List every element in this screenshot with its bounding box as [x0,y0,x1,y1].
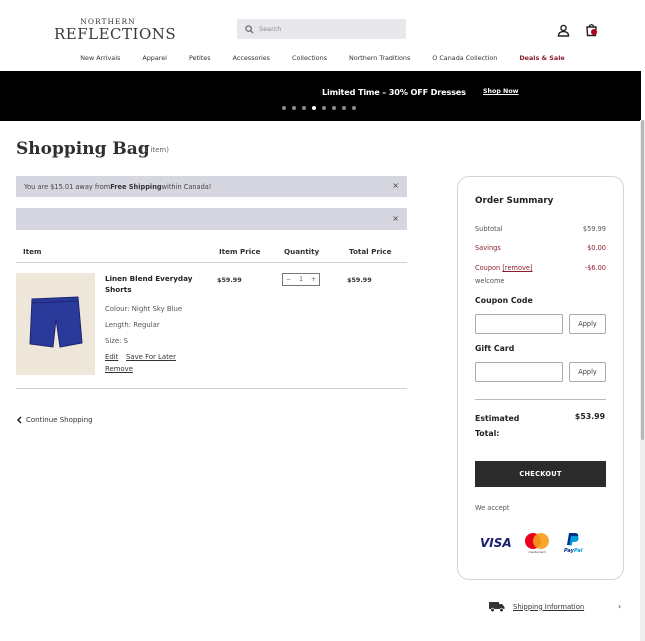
estimated-total-label: Estimated Total: [475,414,520,438]
table-header-divider [16,262,407,263]
carousel-dot[interactable] [302,106,306,110]
paypal-pal-text: Pal [574,548,583,554]
nav-accessories[interactable]: Accessories [233,54,270,62]
logo-bottom-text: REFLECTIONS [54,25,177,43]
scrollbar-thumb[interactable] [641,120,644,440]
qty-minus-button[interactable]: − [286,276,291,283]
product-name[interactable]: Linen Blend Everyday Shorts [105,274,205,295]
carousel-dot[interactable] [332,106,336,110]
item-price: $59.99 [217,276,242,284]
nav-collections[interactable]: Collections [292,54,327,62]
account-icon[interactable] [557,22,570,41]
shipping-information-label: Shipping Information [513,602,585,611]
nav-petites[interactable]: Petites [189,54,211,62]
coupon-code-input[interactable] [475,314,563,334]
order-summary: Order Summary Subtotal $59.99 Savings $0… [457,176,624,580]
gift-card-apply-button[interactable]: Apply [569,362,606,382]
page-title: Shopping Bag [16,139,150,159]
page-scrollbar[interactable] [640,120,645,641]
coupon-value: -$6.00 [584,264,606,272]
continue-shopping-label: Continue Shopping [26,416,93,424]
edit-link[interactable]: Edit [105,353,118,361]
qty-plus-button[interactable]: + [311,276,316,283]
coupon-label: Coupon [475,264,501,272]
product-image[interactable] [16,273,95,375]
savings-row: Savings $0.00 [475,244,606,252]
nav-apparel[interactable]: Apparel [142,54,167,62]
nav-o-canada-collection[interactable]: O Canada Collection [432,54,497,62]
notice-prefix: You are $15.01 away from [24,182,111,191]
product-length: Length: Regular [105,321,160,329]
carousel-dot[interactable] [342,106,346,110]
subtotal-value: $59.99 [582,225,606,233]
search-input[interactable]: Search [237,19,406,39]
gift-card-input[interactable] [475,362,563,382]
carousel-dots [282,106,356,110]
notice-suffix: within Canada! [161,182,212,191]
col-header-item: Item [23,247,42,256]
promo-banner: Limited Time – 30% OFF Dresses Shop Now [0,71,641,121]
nav-northern-traditions[interactable]: Northern Traditions [349,54,410,62]
carousel-dot[interactable] [322,106,326,110]
banner-shop-now-link[interactable]: Shop Now [483,88,518,95]
cart-badge [591,29,597,35]
nav-deals-sale[interactable]: Deals & Sale [519,54,564,62]
coupon-code-name: welcome [475,277,505,285]
chevron-right-icon[interactable]: › [618,602,621,611]
savings-label: Savings [475,244,501,252]
mastercard-icon: mastercard [524,532,550,554]
summary-divider [475,399,606,400]
cart-icon[interactable] [585,22,598,41]
coupon-remove-link[interactable]: [remove] [502,264,532,272]
remove-link[interactable]: Remove [105,365,133,373]
save-for-later-link[interactable]: Save For Later [126,353,176,361]
product-size: Size: S [105,337,129,345]
free-shipping-notice: You are $15.01 away from Free Shipping w… [16,176,407,197]
mastercard-text: mastercard [528,550,545,554]
we-accept-label: We accept [475,504,510,512]
col-header-quantity: Quantity [284,247,320,256]
col-header-item-price: Item Price [219,247,261,256]
coupon-row: Coupon [remove] -$6.00 [475,264,606,272]
notice-bold: Free Shipping [110,182,162,191]
table-bottom-divider [16,388,407,389]
main-nav: New Arrivals Apparel Petites Accessories… [0,54,645,62]
paypal-icon: Pay Pal [562,532,586,554]
coupon-code-label: Coupon Code [475,296,533,305]
banner-text: Limited Time – 30% OFF Dresses [322,87,466,97]
empty-notice: × [16,208,407,230]
paypal-pay-text: Pay [564,548,575,554]
subtotal-label: Subtotal [475,225,503,233]
order-summary-title: Order Summary [475,196,554,206]
brand-logo[interactable]: NORTHERN REFLECTIONS [54,18,177,43]
search-icon [245,24,254,34]
continue-shopping-link[interactable]: Continue Shopping [16,416,93,424]
item-count: (1 item) [141,146,169,154]
truck-icon [489,602,505,612]
visa-icon: VISA [480,536,512,550]
close-icon[interactable]: × [392,181,399,190]
carousel-dot[interactable] [292,106,296,110]
qty-value[interactable]: 1 [299,276,303,283]
subtotal-row: Subtotal $59.99 [475,225,606,233]
product-colour: Colour: Night Sky Blue [105,305,183,313]
close-icon[interactable]: × [392,214,399,223]
shipping-information-link[interactable]: Shipping Information [489,601,584,612]
checkout-button[interactable]: CHECKOUT [475,461,606,487]
carousel-dot[interactable] [312,106,316,110]
col-header-total-price: Total Price [349,247,392,256]
chevron-left-icon [16,416,22,424]
nav-new-arrivals[interactable]: New Arrivals [80,54,120,62]
gift-card-label: Gift Card [475,344,515,353]
carousel-dot[interactable] [282,106,286,110]
quantity-stepper[interactable]: − 1 + [282,273,320,286]
savings-value: $0.00 [587,244,606,252]
coupon-apply-button[interactable]: Apply [569,314,606,334]
carousel-dot[interactable] [352,106,356,110]
total-price: $59.99 [347,276,372,284]
estimated-total-value: $53.99 [574,412,605,421]
search-placeholder: Search [259,25,282,33]
